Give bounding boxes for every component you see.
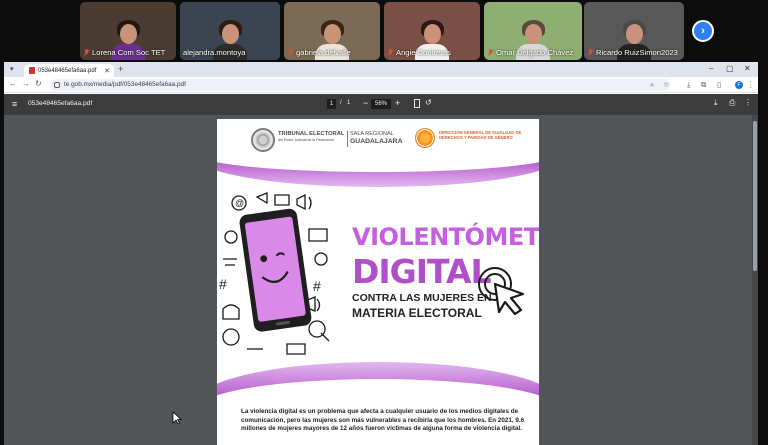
participant-name: Angie Contreras (396, 48, 451, 57)
mouse-pointer-icon (172, 411, 182, 425)
more-icon[interactable]: ⋮ (744, 98, 752, 107)
site-info-icon[interactable] (54, 82, 60, 88)
participant-name: Omar Delgado Chávez (496, 48, 574, 57)
bookmark-star-icon[interactable]: ☆ (663, 80, 670, 89)
page-separator: / (340, 100, 342, 106)
zoom-icon[interactable]: ⌕ (650, 80, 654, 90)
print-icon[interactable]: ⎙ (729, 98, 735, 108)
mic-off-icon (387, 48, 394, 57)
browser-window: ▾ 053e48465efa6aa.pdf ✕ + – ▢ ✕ ← → ↻ te… (4, 62, 758, 445)
sala-label: SALA REGIONAL (350, 131, 394, 137)
browser-tab[interactable]: 053e48465efa6aa.pdf ✕ (24, 64, 114, 77)
participant-name: gabriela.delvalle (296, 48, 351, 57)
tab-bar: ▾ 053e48465efa6aa.pdf ✕ + – ▢ ✕ (4, 62, 758, 77)
direccion-general-label: DIRECCIÓN GENERAL DE IGUALDAD DE DERECHO… (439, 130, 522, 141)
tab-search-icon[interactable]: ▾ (10, 65, 14, 73)
participant-tile[interactable]: Omar Delgado Chávez (484, 2, 582, 60)
menu-icon[interactable]: ≡ (12, 99, 17, 109)
participant-name: Lorena Com Soc TET (92, 48, 166, 57)
participant-tile[interactable]: Lorena Com Soc TET (80, 2, 176, 60)
rotate-icon[interactable]: ↺ (425, 98, 432, 107)
next-participants-button[interactable]: › (692, 20, 714, 42)
participant-tile-active[interactable]: alejandra.montoya (180, 2, 280, 60)
phone-character-icon: @ # # (219, 192, 330, 355)
mic-off-icon (487, 48, 494, 57)
body-paragraph: La violencia digital es un problema que … (241, 408, 525, 433)
institution-name: TRIBUNAL ELECTORAL (278, 131, 345, 137)
title-line-2: DIGITAL (352, 252, 492, 291)
page-number-input[interactable]: 1 (327, 99, 336, 109)
tribunal-seal-icon (251, 128, 275, 152)
close-window-icon[interactable]: ✕ (744, 64, 751, 73)
page-total: 1 (347, 100, 351, 106)
institution-subname: del Poder Judicial de la Federación (278, 138, 335, 142)
browser-menu-icon[interactable]: ⋮ (747, 80, 755, 89)
participant-tile[interactable]: Angie Contreras (384, 2, 480, 60)
participant-strip: Lorena Com Soc TET alejandra.montoya gab… (0, 0, 768, 62)
download-tray-icon[interactable]: ⤓ (687, 80, 690, 90)
pdf-toolbar: ≡ 053e48465efa6aa.pdf 1 / 1 − 56% + ↺ ⤓ … (4, 94, 758, 115)
header-divider (347, 131, 348, 147)
mic-off-icon (83, 48, 90, 57)
side-panel-icon[interactable]: ▯ (717, 80, 721, 89)
mic-off-icon (587, 48, 594, 57)
participant-tile[interactable]: Ricardo RuizSimon2023 (584, 2, 684, 60)
browser-toolbar: ← → ↻ te.gob.mx/media/pdf/053e48465efa6a… (4, 77, 758, 93)
sala-city: GUADALAJARA (350, 138, 403, 145)
pdf-page: TRIBUNAL ELECTORAL del Poder Judicial de… (217, 119, 539, 445)
zoom-in-button[interactable]: + (395, 98, 400, 108)
zoom-out-button[interactable]: − (363, 98, 368, 108)
pdf-viewport[interactable]: TRIBUNAL ELECTORAL del Poder Judicial de… (4, 115, 758, 445)
minimize-icon[interactable]: – (709, 64, 713, 73)
pdf-document-title: 053e48465efa6aa.pdf (28, 100, 93, 107)
forward-icon[interactable]: → (22, 79, 30, 88)
participant-name: Ricardo RuizSimon2023 (596, 48, 678, 57)
tab-close-icon[interactable]: ✕ (104, 67, 110, 75)
igualdad-logo-icon (415, 128, 435, 148)
svg-text:#: # (313, 278, 321, 294)
scrollbar-thumb[interactable] (753, 121, 757, 271)
subtitle-line-1: CONTRA LAS MUJERES EN (352, 292, 492, 304)
pdf-file-icon (29, 67, 35, 74)
zoom-level-input[interactable]: 56% (371, 99, 391, 109)
svg-text:@: @ (235, 198, 244, 208)
scrollbar[interactable] (752, 115, 758, 445)
mic-off-icon (287, 48, 294, 57)
address-bar[interactable]: te.gob.mx/media/pdf/053e48465efa6aa.pdf (50, 79, 670, 91)
participant-name: alejandra.montoya (183, 48, 246, 57)
profile-avatar[interactable]: F (735, 81, 743, 89)
svg-text:#: # (219, 276, 227, 292)
tab-title: 053e48465efa6aa.pdf (38, 67, 97, 74)
extensions-icon[interactable]: ⧉ (701, 80, 706, 90)
subtitle-line-2: MATERIA ELECTORAL (352, 306, 482, 320)
participant-tile[interactable]: gabriela.delvalle (284, 2, 380, 60)
title-line-1: VIOLENTÓMETRO (352, 223, 539, 251)
reload-icon[interactable]: ↻ (35, 79, 42, 88)
fit-page-icon[interactable] (414, 99, 420, 108)
url-text: te.gob.mx/media/pdf/053e48465efa6aa.pdf (64, 81, 186, 88)
new-tab-button[interactable]: + (118, 64, 123, 74)
back-icon[interactable]: ← (9, 79, 17, 88)
cursor-click-icon (478, 267, 525, 316)
maximize-icon[interactable]: ▢ (726, 64, 734, 73)
download-icon[interactable]: ⤓ (714, 98, 718, 108)
chevron-right-icon: › (701, 25, 705, 37)
